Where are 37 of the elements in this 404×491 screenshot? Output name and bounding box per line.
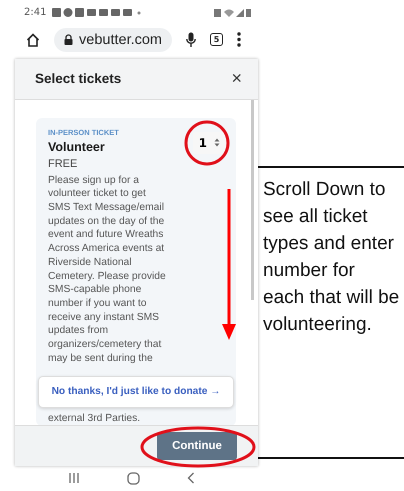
description-line: updates on the day of the [48, 214, 166, 228]
description-line: SMS Text Message/email [48, 201, 165, 215]
lock-icon [64, 34, 73, 46]
up-down-icon [214, 138, 220, 148]
back-icon[interactable] [186, 472, 195, 484]
address-bar[interactable]: vebutter.com [54, 28, 172, 52]
ticket-price: FREE [48, 158, 78, 170]
description-line: volunteer ticket to get [48, 187, 147, 202]
signal-battery-icons [214, 8, 252, 18]
home-icon[interactable] [26, 32, 40, 47]
description-line: event and future Wreaths [48, 228, 164, 242]
description-line: Cemetery. Please provide [48, 270, 167, 284]
microphone-icon[interactable] [186, 32, 196, 48]
description-line: SMS-capable phone [48, 283, 142, 297]
description-line: number if you want to [48, 296, 148, 311]
tab-switcher[interactable]: 5 [210, 33, 224, 46]
highlight-circle [184, 120, 230, 166]
description-line: external 3rd Parties. [48, 412, 142, 425]
instruction-note: Scroll Down to see all ticket types and enter number for each that will be volunteering. [263, 178, 400, 337]
recent-apps-icon[interactable] [68, 472, 80, 484]
donate-link-button[interactable]: No thanks, I'd just like to donate → [38, 376, 234, 408]
description-line: Across America events at [48, 242, 166, 256]
dialog-title: Select tickets [35, 71, 122, 86]
description-line: receive any instant SMS [48, 310, 160, 324]
close-button[interactable]: × [231, 68, 242, 90]
ticket-name: Volunteer [48, 140, 106, 154]
description-line: may be sent during the [48, 352, 154, 366]
status-time: 2:41 [24, 7, 46, 18]
description-line: Please sign up for a [48, 174, 140, 188]
home-button-icon[interactable] [126, 472, 140, 485]
quantity-select[interactable]: 1 [192, 132, 226, 154]
description-line: updates from [48, 324, 110, 338]
continue-button[interactable]: Continue [157, 432, 237, 460]
scrollbar[interactable] [251, 100, 254, 300]
more-menu-icon[interactable] [237, 32, 242, 48]
description-line: organizers/cemetery that [48, 338, 162, 352]
description-line: Riverside National [48, 256, 133, 270]
